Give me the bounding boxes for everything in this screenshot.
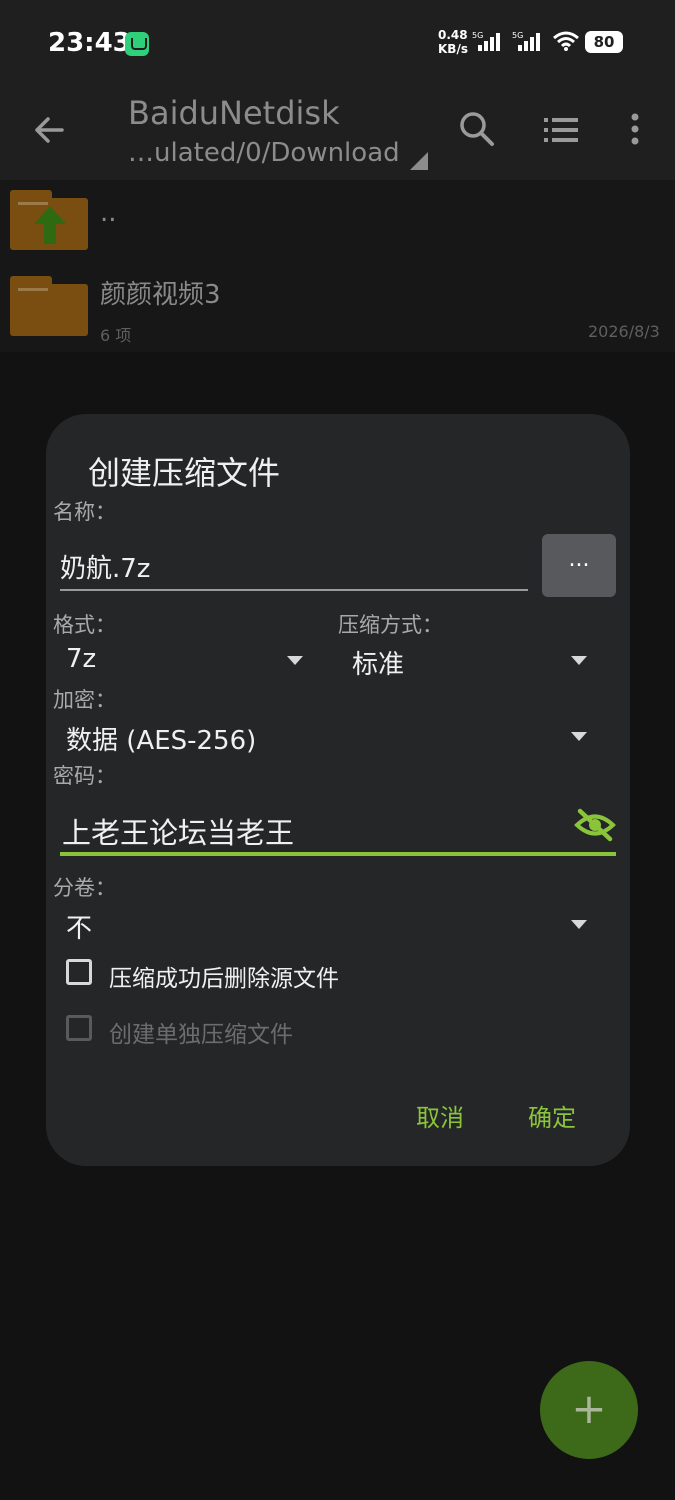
battery-indicator: 80 — [585, 31, 623, 53]
add-fab-button[interactable]: + — [540, 1361, 638, 1459]
archive-name-input[interactable]: 奶航.7z — [60, 548, 150, 585]
net-speed-value: 0.48 — [438, 28, 468, 42]
app-title: BaiduNetdisk — [128, 94, 340, 132]
sim1-label: 5G — [472, 31, 483, 40]
format-select[interactable]: 7z — [66, 644, 96, 674]
file-name: .. — [100, 198, 117, 228]
format-label: 格式： — [53, 613, 116, 637]
encryption-dropdown-icon[interactable] — [571, 732, 587, 741]
file-list: .. 颜颜视频3 6 项 2026/8/3 — [0, 180, 675, 352]
back-arrow-icon[interactable] — [30, 110, 70, 150]
split-dropdown-icon[interactable] — [571, 920, 587, 929]
ok-button[interactable]: 确定 — [528, 1098, 576, 1133]
method-select[interactable]: 标准 — [352, 644, 404, 681]
split-label: 分卷： — [53, 876, 116, 900]
separate-archive-checkbox[interactable] — [66, 1015, 92, 1041]
list-view-icon[interactable] — [544, 116, 580, 144]
method-dropdown-icon[interactable] — [571, 656, 587, 665]
wifi-icon — [553, 31, 579, 51]
password-underline — [60, 852, 616, 856]
net-speed-unit: KB/s — [438, 42, 468, 56]
file-date: 2026/8/3 — [588, 322, 660, 341]
folder-icon — [10, 276, 88, 336]
sim2-label: 5G — [512, 31, 523, 40]
app-bar: BaiduNetdisk …ulated/0/Download — [0, 88, 675, 180]
status-time: 23:43 — [48, 28, 131, 58]
delete-source-checkbox[interactable] — [66, 959, 92, 985]
encryption-select[interactable]: 数据 (AES-256) — [66, 720, 256, 757]
plus-icon: + — [571, 1384, 607, 1433]
status-bar: 23:43 0.48 KB/s 5G 5G 80 — [0, 0, 675, 88]
net-speed: 0.48 KB/s — [438, 28, 468, 56]
name-label: 名称： — [53, 500, 116, 524]
app-notification-icon — [125, 32, 149, 56]
hide-password-icon[interactable] — [574, 808, 616, 842]
dialog-title: 创建压缩文件 — [88, 454, 281, 492]
path-dropdown-icon[interactable] — [410, 152, 428, 170]
more-options-icon[interactable] — [628, 112, 642, 148]
separate-archive-label: 创建单独压缩文件 — [109, 1022, 293, 1048]
path-breadcrumb[interactable]: …ulated/0/Download — [128, 138, 400, 168]
cancel-button[interactable]: 取消 — [416, 1098, 464, 1133]
method-label: 压缩方式： — [338, 613, 443, 637]
format-dropdown-icon[interactable] — [287, 656, 303, 665]
encryption-label: 加密： — [53, 688, 116, 712]
list-item-parent[interactable]: .. — [0, 180, 675, 260]
password-input[interactable]: 上老王论坛当老王 — [62, 810, 294, 852]
delete-source-label[interactable]: 压缩成功后删除源文件 — [109, 959, 339, 993]
create-archive-dialog: 创建压缩文件 名称： 奶航.7z ... 格式： 7z 压缩方式： 标准 加密：… — [46, 414, 630, 1166]
signal-icon-sim1: 5G — [472, 31, 500, 51]
password-label: 密码： — [53, 764, 116, 788]
name-underline — [60, 589, 528, 591]
list-item-folder[interactable]: 颜颜视频3 6 项 2026/8/3 — [0, 266, 675, 352]
file-item-count: 6 项 — [100, 326, 132, 345]
file-name: 颜颜视频3 — [100, 280, 221, 310]
search-icon[interactable] — [458, 110, 496, 150]
split-select[interactable]: 不 — [66, 908, 92, 945]
signal-icon-sim2: 5G — [512, 31, 540, 51]
browse-button[interactable]: ... — [542, 534, 616, 597]
folder-up-icon — [10, 190, 88, 250]
